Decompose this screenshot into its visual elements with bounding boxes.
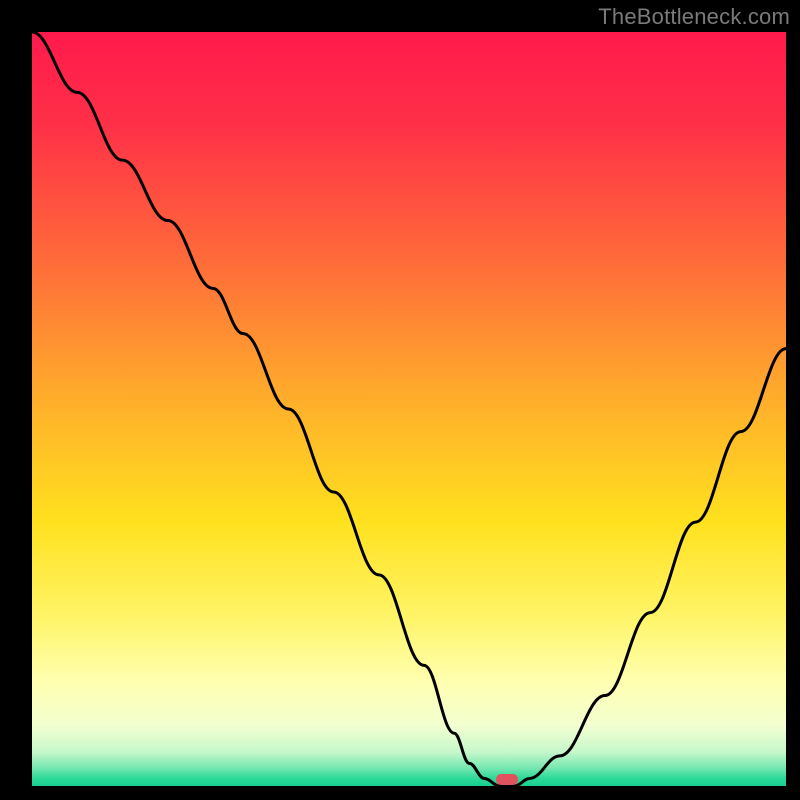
optimal-marker xyxy=(496,774,518,785)
plot-background xyxy=(32,32,786,786)
chart-container: TheBottleneck.com xyxy=(0,0,800,800)
bottleneck-chart xyxy=(0,0,800,800)
